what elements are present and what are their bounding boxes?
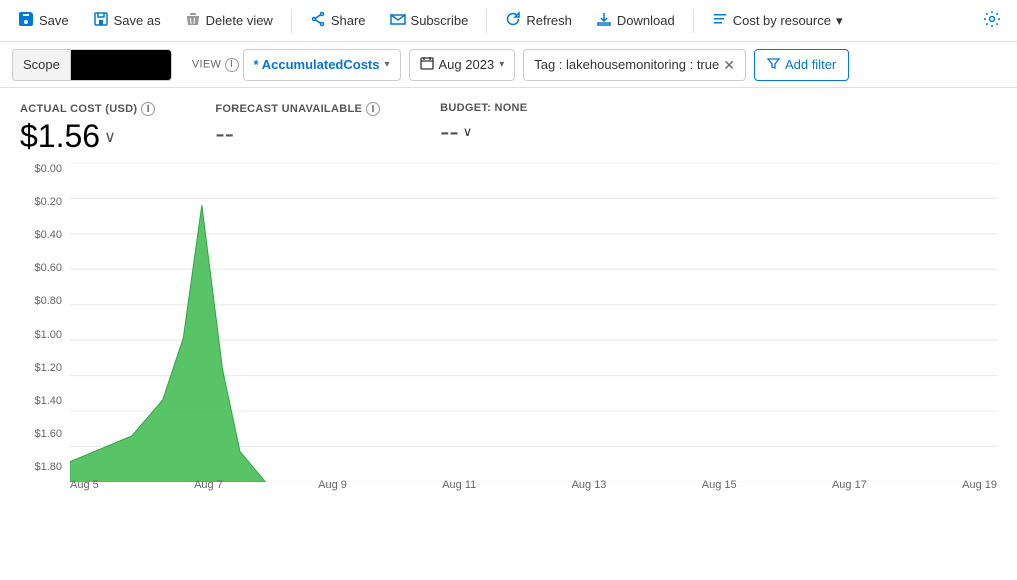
x-label-aug9: Aug 9 xyxy=(318,479,347,491)
y-axis: $1.80 $1.60 $1.40 $1.20 $1.00 $0.80 $0.6… xyxy=(20,163,70,473)
budget-label: BUDGET: NONE xyxy=(440,102,527,114)
y-label-1: $1.60 xyxy=(20,428,70,440)
budget-label-text: BUDGET: NONE xyxy=(440,102,527,114)
y-label-9: $0.00 xyxy=(20,163,70,175)
toolbar: Save Save as Delete view Share Subscribe… xyxy=(0,0,1017,42)
chart-container: $1.80 $1.60 $1.40 $1.20 $1.00 $0.80 $0.6… xyxy=(0,163,1017,503)
view-selector: VIEW i * AccumulatedCosts ▾ xyxy=(192,49,401,81)
actual-cost-block: ACTUAL COST (USD) i $1.56 ∨ xyxy=(20,102,155,155)
save-as-button[interactable]: Save as xyxy=(83,6,171,36)
x-label-aug17: Aug 17 xyxy=(832,479,867,491)
tag-filter-close-button[interactable]: ✕ xyxy=(723,58,735,72)
y-label-8: $0.20 xyxy=(20,196,70,208)
scope-value[interactable] xyxy=(71,50,171,80)
view-prefix-label: VIEW i xyxy=(192,58,239,72)
toolbar-separator-1 xyxy=(291,9,292,33)
view-info-icon[interactable]: i xyxy=(225,58,239,72)
save-label: Save xyxy=(39,13,69,28)
y-label-3: $1.20 xyxy=(20,362,70,374)
toolbar-separator-2 xyxy=(486,9,487,33)
add-filter-label: Add filter xyxy=(785,57,836,72)
save-icon xyxy=(18,11,34,31)
save-button[interactable]: Save xyxy=(8,6,79,36)
date-chevron-icon: ▾ xyxy=(499,59,504,70)
x-axis: Aug 5 Aug 7 Aug 9 Aug 11 Aug 13 Aug 15 A… xyxy=(70,473,997,503)
filter-bar: Scope VIEW i * AccumulatedCosts ▾ Aug 20… xyxy=(0,42,1017,88)
y-label-0: $1.80 xyxy=(20,461,70,473)
actual-cost-number: $1.56 xyxy=(20,118,100,155)
forecast-block: FORECAST UNAVAILABLE i -- xyxy=(215,102,380,150)
y-label-6: $0.60 xyxy=(20,262,70,274)
y-label-2: $1.40 xyxy=(20,395,70,407)
delete-view-label: Delete view xyxy=(206,13,273,28)
subscribe-icon xyxy=(390,11,406,31)
chart-inner: $1.80 $1.60 $1.40 $1.20 $1.00 $0.80 $0.6… xyxy=(20,163,997,503)
budget-dash: -- xyxy=(440,116,459,148)
calendar-icon xyxy=(420,56,434,73)
download-icon xyxy=(596,11,612,31)
tag-filter: Tag : lakehousemonitoring : true ✕ xyxy=(523,49,746,81)
view-prefix-text: VIEW xyxy=(192,58,221,70)
forecast-dash: -- xyxy=(215,118,234,150)
save-as-icon xyxy=(93,11,109,31)
actual-cost-value: $1.56 ∨ xyxy=(20,118,155,155)
spike-polygon xyxy=(70,205,266,482)
x-label-aug13: Aug 13 xyxy=(572,479,607,491)
tag-filter-text: Tag : lakehousemonitoring : true xyxy=(534,57,719,72)
y-label-4: $1.00 xyxy=(20,329,70,341)
cost-by-resource-chevron-icon: ▾ xyxy=(836,13,843,29)
chart-svg xyxy=(70,163,997,482)
x-label-aug19: Aug 19 xyxy=(962,479,997,491)
settings-icon xyxy=(983,10,1001,31)
funnel-icon xyxy=(767,57,780,73)
share-button[interactable]: Share xyxy=(300,6,376,36)
view-chevron-icon: ▾ xyxy=(384,59,389,70)
scope-area: Scope xyxy=(12,49,172,81)
forecast-label-text: FORECAST UNAVAILABLE xyxy=(215,103,362,115)
x-label-aug11: Aug 11 xyxy=(442,479,476,491)
x-label-aug15: Aug 15 xyxy=(702,479,737,491)
y-label-7: $0.40 xyxy=(20,229,70,241)
delete-view-button[interactable]: Delete view xyxy=(175,6,283,36)
save-as-label: Save as xyxy=(114,13,161,28)
subscribe-button[interactable]: Subscribe xyxy=(380,6,479,36)
actual-cost-label: ACTUAL COST (USD) i xyxy=(20,102,155,116)
budget-value-area: -- ∨ xyxy=(440,116,527,148)
share-label: Share xyxy=(331,13,366,28)
scope-label: Scope xyxy=(13,50,71,80)
refresh-label: Refresh xyxy=(526,13,572,28)
budget-block: BUDGET: NONE -- ∨ xyxy=(440,102,527,148)
view-name-label: * AccumulatedCosts xyxy=(254,57,380,72)
actual-cost-chevron-icon[interactable]: ∨ xyxy=(104,127,116,147)
download-label: Download xyxy=(617,13,675,28)
refresh-button[interactable]: Refresh xyxy=(495,6,582,36)
y-label-5: $0.80 xyxy=(20,295,70,307)
cost-by-resource-label: Cost by resource xyxy=(733,13,831,28)
forecast-label: FORECAST UNAVAILABLE i xyxy=(215,102,380,116)
settings-button[interactable] xyxy=(975,5,1009,36)
forecast-value: -- xyxy=(215,118,380,150)
budget-chevron-icon[interactable]: ∨ xyxy=(463,124,473,140)
date-picker-button[interactable]: Aug 2023 ▾ xyxy=(409,49,516,81)
download-button[interactable]: Download xyxy=(586,6,685,36)
cost-list-icon xyxy=(712,11,728,31)
subscribe-label: Subscribe xyxy=(411,13,469,28)
delete-icon xyxy=(185,11,201,31)
metrics-area: ACTUAL COST (USD) i $1.56 ∨ FORECAST UNA… xyxy=(0,88,1017,163)
add-filter-button[interactable]: Add filter xyxy=(754,49,849,81)
date-label: Aug 2023 xyxy=(439,57,495,72)
forecast-info-icon[interactable]: i xyxy=(366,102,380,116)
x-label-aug7: Aug 7 xyxy=(194,479,223,491)
cost-by-resource-button[interactable]: Cost by resource ▾ xyxy=(702,6,853,36)
actual-cost-info-icon[interactable]: i xyxy=(141,102,155,116)
x-label-aug5: Aug 5 xyxy=(70,479,99,491)
toolbar-separator-3 xyxy=(693,9,694,33)
refresh-icon xyxy=(505,11,521,31)
view-dropdown-button[interactable]: * AccumulatedCosts ▾ xyxy=(243,49,401,81)
actual-cost-label-text: ACTUAL COST (USD) xyxy=(20,103,137,115)
share-icon xyxy=(310,11,326,31)
